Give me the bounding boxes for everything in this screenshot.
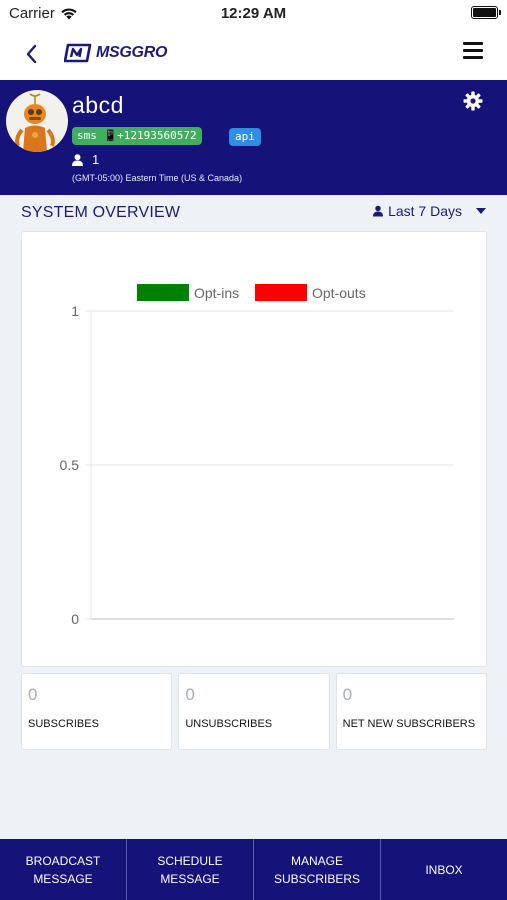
status-bar: Carrier 12:29 AM [0, 0, 507, 28]
user-count: 1 [72, 152, 99, 167]
legend-label-opt-ins: Opt-ins [194, 285, 239, 301]
sms-number-badge: sms 📱+12193560572 [72, 127, 202, 145]
subscribes-label: SUBSCRIBES [28, 718, 99, 730]
profile-name: abcd [72, 92, 124, 118]
settings-button[interactable] [463, 91, 483, 111]
back-button[interactable] [22, 41, 42, 67]
user-icon [373, 205, 384, 217]
user-icon [72, 153, 83, 166]
subscribes-count: 0 [28, 685, 38, 704]
tab-inbox[interactable]: INBOX [381, 839, 507, 900]
battery-icon [471, 6, 501, 19]
stats-row: 0 SUBSCRIBES 0 UNSUBSCRIBES 0 NET NEW SU… [21, 673, 487, 750]
legend-swatch-opt-outs [255, 284, 307, 301]
unsubscribes-stat-card: 0 UNSUBSCRIBES [178, 673, 330, 750]
date-range-dropdown[interactable]: Last 7 Days [373, 203, 486, 219]
timezone-label: (GMT-05:00) Eastern Time (US & Canada) [72, 173, 243, 183]
api-badge: api [229, 128, 261, 146]
avatar[interactable] [6, 90, 68, 152]
app-logo: MSGGRO [64, 42, 167, 64]
date-range-label: Last 7 Days [388, 203, 462, 219]
profile-header: abcd sms 📱+12193560572 api 1 (GMT-05:00)… [0, 80, 507, 195]
net-new-subscribers-stat-card: 0 NET NEW SUBSCRIBERS [335, 673, 487, 750]
y-tick-label: 0 [71, 611, 79, 627]
gear-icon [463, 91, 483, 111]
system-overview-title: SYSTEM OVERVIEW [21, 204, 181, 221]
net-new-subscribers-count: 0 [342, 685, 353, 704]
top-nav-bar: MSGGRO [0, 28, 507, 80]
unsubscribes-label: UNSUBSCRIBES [185, 718, 273, 730]
tab-broadcast-message[interactable]: BROADCAST MESSAGE [0, 839, 127, 900]
chevron-down-icon [476, 208, 486, 214]
overview-chart-card: 1 0.5 0 Opt-ins Opt-outs [21, 231, 487, 667]
subscribes-stat-card: 0 SUBSCRIBES [21, 673, 173, 750]
legend-swatch-opt-ins [137, 284, 189, 301]
y-tick-label: 0.5 [60, 457, 80, 473]
opt-in-out-chart: 1 0.5 0 Opt-ins Opt-outs [60, 284, 454, 627]
chevron-left-icon [26, 44, 37, 64]
msggro-logo-icon [64, 43, 92, 63]
y-tick-label: 1 [71, 303, 79, 319]
robot-avatar-icon [15, 93, 55, 152]
net-new-subscribers-label: NET NEW SUBSCRIBERS [342, 718, 476, 730]
user-count-value: 1 [92, 152, 100, 167]
clock: 12:29 AM [220, 5, 287, 22]
tab-schedule-message[interactable]: SCHEDULE MESSAGE [127, 839, 254, 900]
logo-text: MSGGRO [96, 44, 168, 61]
tab-manage-subscribers[interactable]: MANAGE SUBSCRIBERS [254, 839, 381, 900]
unsubscribes-count: 0 [185, 685, 195, 704]
hamburger-menu-button[interactable] [463, 42, 483, 60]
bottom-nav-bar: BROADCAST MESSAGE SCHEDULE MESSAGE MANAG… [0, 839, 507, 900]
legend-label-opt-outs: Opt-outs [312, 285, 366, 301]
